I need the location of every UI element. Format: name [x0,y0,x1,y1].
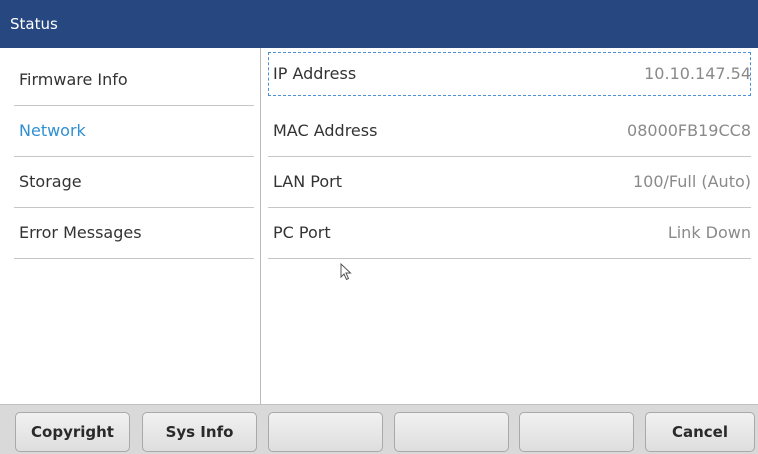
lan-port-row[interactable]: LAN Port 100/Full (Auto) [268,157,751,208]
mouse-pointer-icon [340,262,352,281]
lan-port-value: 100/Full (Auto) [632,172,751,191]
softkey-3-button[interactable] [268,412,383,452]
pc-port-value: Link Down [667,223,751,242]
page-title: Status [10,15,58,33]
mac-address-label: MAC Address [273,121,378,140]
sys-info-button[interactable]: Sys Info [142,412,257,452]
network-details: IP Address 10.10.147.54 MAC Address 0800… [262,48,758,404]
sidebar-item-network[interactable]: Network [14,106,254,157]
lan-port-label: LAN Port [273,172,342,191]
sidebar: Firmware Info Network Storage Error Mess… [0,48,261,404]
softkey-5-button[interactable] [519,412,634,452]
mac-address-value: 08000FB19CC8 [627,121,751,140]
mac-address-row[interactable]: MAC Address 08000FB19CC8 [268,106,751,157]
softkey-4-button[interactable] [394,412,509,452]
copyright-button[interactable]: Copyright [15,412,130,452]
title-bar: Status [0,0,758,48]
ip-address-label: IP Address [273,64,357,83]
cancel-button[interactable]: Cancel [645,412,755,452]
sidebar-item-storage[interactable]: Storage [14,157,254,208]
pc-port-row[interactable]: PC Port Link Down [268,208,751,259]
sidebar-item-error-messages[interactable]: Error Messages [14,208,254,259]
pc-port-label: PC Port [273,223,331,242]
softkey-bar: Copyright Sys Info Cancel [0,404,758,454]
ip-address-row[interactable]: IP Address 10.10.147.54 [268,52,751,96]
ip-address-value: 10.10.147.54 [644,64,751,83]
sidebar-item-firmware-info[interactable]: Firmware Info [14,55,254,106]
